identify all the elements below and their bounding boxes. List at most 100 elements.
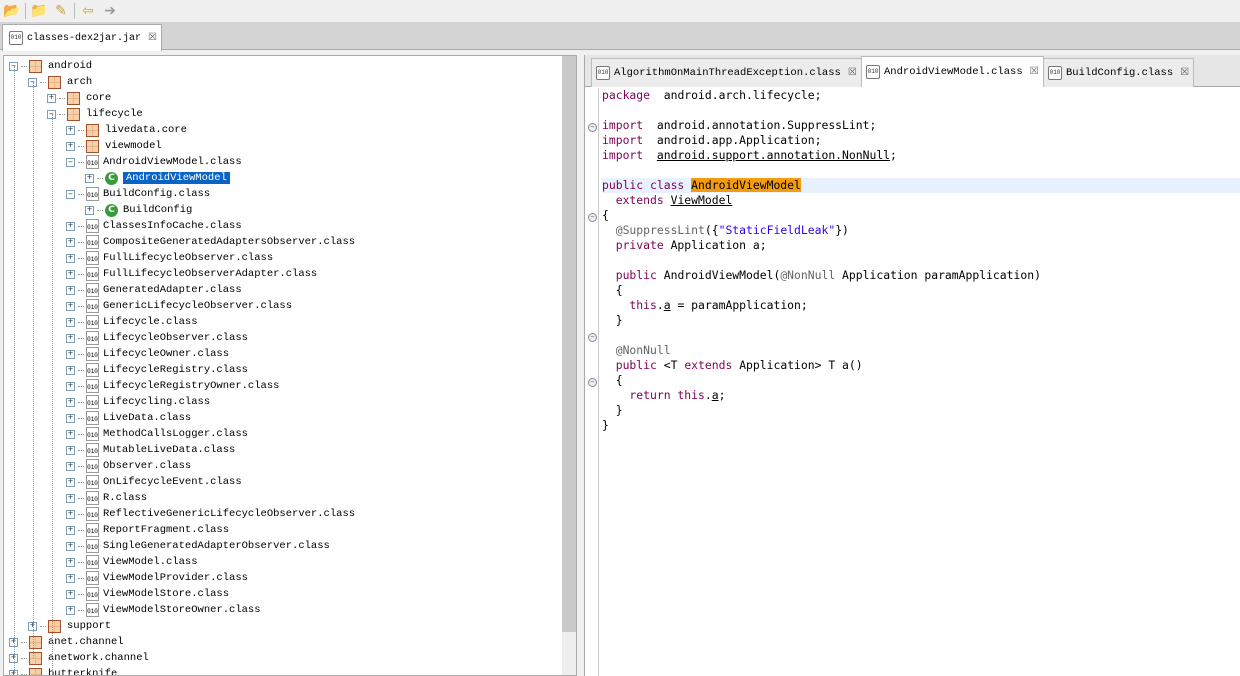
tree-node[interactable]: – 010 BuildConfig.class (66, 186, 210, 202)
tree-node[interactable]: +010 MethodCallsLogger.class (66, 426, 248, 442)
fold-collapse-icon[interactable]: – (588, 213, 597, 222)
tree-node[interactable]: + core (47, 90, 111, 106)
scrollbar-thumb[interactable] (562, 56, 576, 632)
expand-icon[interactable]: + (66, 445, 75, 455)
tree-node[interactable]: +010 Lifecycle.class (66, 314, 198, 330)
tree-node[interactable]: + butterknife (9, 666, 117, 675)
tree-node[interactable]: +010 ViewModelProvider.class (66, 570, 248, 586)
expand-icon[interactable]: + (66, 269, 75, 279)
tree-node[interactable]: +010 OnLifecycleEvent.class (66, 474, 242, 490)
tree-node[interactable]: +010 LifecycleRegistryOwner.class (66, 378, 279, 394)
file-tab[interactable]: 010 classes-dex2jar.jar ☒ (2, 24, 162, 51)
expand-icon[interactable]: + (66, 397, 75, 407)
tree-node[interactable]: +010 ClassesInfoCache.class (66, 218, 242, 234)
tree-node[interactable]: +010 FullLifecycleObserver.class (66, 250, 273, 266)
close-icon[interactable]: ☒ (1030, 66, 1039, 78)
close-icon[interactable]: ☒ (848, 67, 857, 79)
open-file-icon[interactable]: 📂 (3, 2, 21, 20)
expand-icon[interactable]: + (66, 365, 75, 375)
tree-node[interactable]: +010 LifecycleObserver.class (66, 330, 248, 346)
expand-icon[interactable]: + (66, 221, 75, 231)
expand-icon[interactable]: + (66, 605, 75, 615)
expand-icon[interactable]: + (66, 541, 75, 551)
expand-icon[interactable]: + (66, 301, 75, 311)
fold-collapse-icon[interactable]: – (588, 123, 597, 132)
expand-icon[interactable]: + (66, 333, 75, 343)
tree-node[interactable]: +010 SingleGeneratedAdapterObserver.class (66, 538, 330, 554)
expand-icon[interactable]: + (66, 317, 75, 327)
code-token: ; (718, 388, 726, 402)
tree-node[interactable]: + anetwork.channel (9, 650, 149, 666)
close-icon[interactable]: ☒ (1180, 67, 1189, 79)
tree-node[interactable]: – lifecycle (47, 106, 143, 122)
expand-icon[interactable]: + (66, 349, 75, 359)
back-icon[interactable]: ⇦ (79, 2, 97, 20)
tree-node[interactable]: +010 ViewModelStore.class (66, 586, 229, 602)
tree-node[interactable]: +010 GenericLifecycleObserver.class (66, 298, 292, 314)
expand-icon[interactable]: + (66, 525, 75, 535)
tree-node[interactable]: +010 ReportFragment.class (66, 522, 229, 538)
tree-node[interactable]: +010 FullLifecycleObserverAdapter.class (66, 266, 317, 282)
expand-icon[interactable]: + (66, 557, 75, 567)
tree-node[interactable]: + anet.channel (9, 634, 124, 650)
tree-node[interactable]: +010 LifecycleRegistry.class (66, 362, 248, 378)
editor-tab[interactable]: 010 BuildConfig.class ☒ (1043, 58, 1195, 87)
tree-connector (78, 161, 84, 163)
expand-icon[interactable]: + (66, 413, 75, 423)
collapse-icon[interactable]: – (66, 157, 75, 167)
expand-icon[interactable]: + (66, 141, 75, 151)
forward-icon[interactable]: ➔ (101, 2, 119, 20)
close-icon[interactable]: ☒ (148, 32, 157, 44)
tree-node[interactable]: – arch (28, 74, 92, 90)
expand-icon[interactable]: + (66, 589, 75, 599)
tree-node[interactable]: +010 CompositeGeneratedAdaptersObserver.c… (66, 234, 355, 250)
tree-node[interactable]: + support (28, 618, 111, 634)
tree-node-label: LiveData.class (103, 412, 192, 424)
fold-collapse-icon[interactable]: – (588, 333, 597, 342)
tree-node[interactable]: +010 ViewModel.class (66, 554, 198, 570)
expand-icon[interactable]: + (85, 173, 94, 183)
expand-icon[interactable]: + (66, 573, 75, 583)
tree-node[interactable]: +010 MutableLiveData.class (66, 442, 235, 458)
tree-node[interactable]: +010 ReflectiveGenericLifecycleObserver.c… (66, 506, 355, 522)
tree-node[interactable]: – android (9, 58, 92, 74)
editor-tab[interactable]: 010 AndroidViewModel.class ☒ (861, 56, 1044, 87)
expand-icon[interactable]: + (66, 461, 75, 471)
expand-icon[interactable]: + (66, 381, 75, 391)
code-line: return this.a; (602, 388, 1240, 403)
code-editor[interactable]: – – – – package android.arch.lifecycle; … (585, 88, 1240, 676)
tree-node[interactable]: +010 ViewModelStoreOwner.class (66, 602, 261, 618)
expand-icon[interactable]: + (66, 429, 75, 439)
collapse-icon[interactable]: – (66, 189, 75, 199)
fold-collapse-icon[interactable]: – (588, 378, 597, 387)
tree-node[interactable]: +010 Observer.class (66, 458, 191, 474)
expand-icon[interactable]: + (66, 509, 75, 519)
class-file-icon: 010 (596, 66, 610, 80)
code-token: a (711, 388, 719, 402)
gutter (598, 88, 599, 676)
expand-icon[interactable]: + (66, 477, 75, 487)
expand-icon[interactable]: + (66, 253, 75, 263)
tree-node[interactable]: + livedata.core (66, 122, 187, 138)
expand-icon[interactable]: + (66, 237, 75, 247)
tree-guide-line (14, 66, 15, 675)
tree-node[interactable]: +010 GeneratedAdapter.class (66, 282, 242, 298)
tree-node[interactable]: +010 R.class (66, 490, 147, 506)
open-type-icon[interactable]: 📁 (30, 2, 48, 20)
vertical-scrollbar[interactable] (562, 56, 576, 675)
tree-node[interactable]: +010 LiveData.class (66, 410, 191, 426)
expand-icon[interactable]: + (66, 285, 75, 295)
tree-node[interactable]: + C BuildConfig (85, 202, 192, 218)
expand-icon[interactable]: + (66, 493, 75, 503)
tree-node[interactable]: + C AndroidViewModel (85, 170, 230, 186)
expand-icon[interactable]: + (85, 205, 94, 215)
editor-tab[interactable]: 010 AlgorithmOnMainThreadException.class ☒ (591, 58, 862, 87)
search-icon[interactable]: ✎ (52, 2, 70, 20)
editor-tab-label: AndroidViewModel.class (884, 66, 1023, 78)
tree-node[interactable]: +010 Lifecycling.class (66, 394, 210, 410)
expand-icon[interactable]: + (66, 125, 75, 135)
tree-node[interactable]: +010 LifecycleOwner.class (66, 346, 229, 362)
tree-node[interactable]: + viewmodel (66, 138, 162, 154)
tree-node[interactable]: – 010 AndroidViewModel.class (66, 154, 242, 170)
expand-icon[interactable]: + (47, 93, 56, 103)
